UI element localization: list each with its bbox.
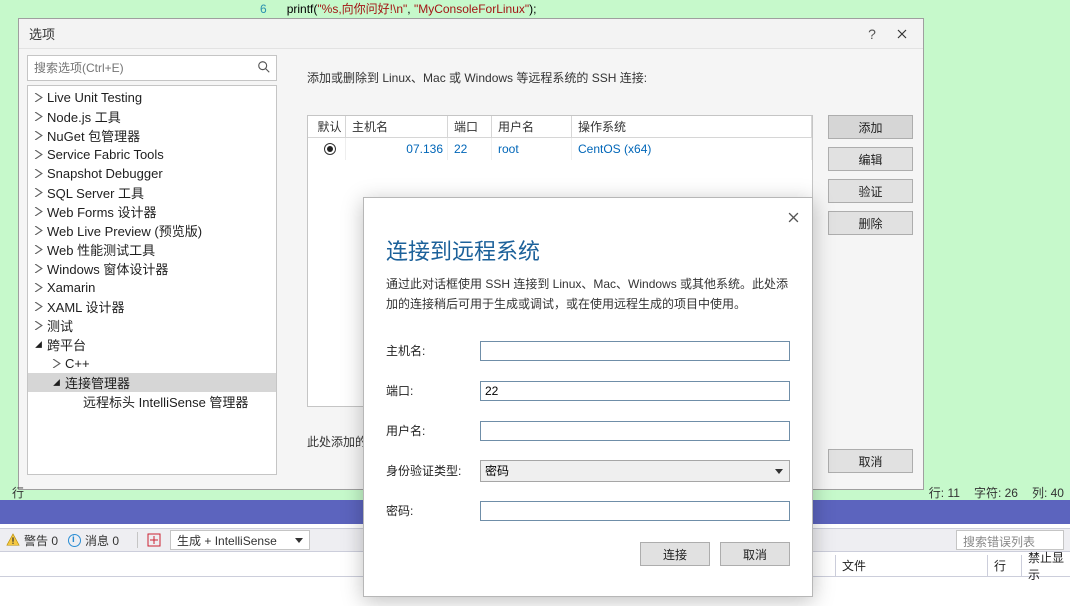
help-icon[interactable]: ? xyxy=(857,23,887,45)
tree-item[interactable]: 远程标头 IntelliSense 管理器 xyxy=(28,392,276,411)
edit-button[interactable]: 编辑 xyxy=(828,147,913,171)
chevron-down-icon xyxy=(50,377,62,389)
tree-item[interactable]: NuGet 包管理器 xyxy=(28,126,276,145)
password-label: 密码: xyxy=(386,502,480,519)
dialog-titlebar[interactable]: 选项 ? xyxy=(19,19,923,49)
messages-badge[interactable]: 消息 0 xyxy=(68,532,119,549)
connect-button[interactable]: 连接 xyxy=(640,542,710,566)
tree-item-expanded[interactable]: 跨平台 xyxy=(28,335,276,354)
panel-description: 添加或删除到 Linux、Mac 或 Windows 等远程系统的 SSH 连接… xyxy=(289,55,913,94)
user-label: 用户名: xyxy=(386,422,480,439)
auth-type-select[interactable]: 密码 xyxy=(480,460,790,482)
search-icon[interactable] xyxy=(257,60,271,77)
host-label: 主机名: xyxy=(386,342,480,359)
remote-dialog-title: 连接到远程系统 xyxy=(364,198,812,274)
tree-item[interactable]: Web 性能测试工具 xyxy=(28,240,276,259)
port-input[interactable] xyxy=(480,381,790,401)
cancel-button[interactable]: 取消 xyxy=(720,542,790,566)
warnings-badge[interactable]: 警告 0 xyxy=(6,532,58,549)
tree-item-connection-manager[interactable]: 连接管理器 xyxy=(28,373,276,392)
build-icon[interactable] xyxy=(146,532,162,548)
chevron-down-icon xyxy=(32,339,44,351)
close-icon[interactable] xyxy=(887,23,917,45)
host-input[interactable] xyxy=(480,341,790,361)
verify-button[interactable]: 验证 xyxy=(828,179,913,203)
editor-code-line: 6 printf("%s,向你问好!\n", "MyConsoleForLinu… xyxy=(0,0,1070,18)
delete-button[interactable]: 删除 xyxy=(828,211,913,235)
auth-label: 身份验证类型: xyxy=(386,462,480,479)
tree-item[interactable]: Xamarin xyxy=(28,278,276,297)
chevron-right-icon xyxy=(32,92,44,104)
error-search-input[interactable]: 搜索错误列表 xyxy=(956,530,1064,550)
add-button[interactable]: 添加 xyxy=(828,115,913,139)
tree-item[interactable]: Web Forms 设计器 xyxy=(28,202,276,221)
cancel-button[interactable]: 取消 xyxy=(828,449,913,473)
search-input[interactable] xyxy=(27,55,277,81)
tree-item[interactable]: Snapshot Debugger xyxy=(28,164,276,183)
tree-item[interactable]: SQL Server 工具 xyxy=(28,183,276,202)
remote-dialog-description: 通过此对话框使用 SSH 连接到 Linux、Mac、Windows 或其他系统… xyxy=(364,274,812,315)
tree-item[interactable]: Service Fabric Tools xyxy=(28,145,276,164)
table-header: 默认 主机名 端口 用户名 操作系统 xyxy=(308,116,812,138)
radio-selected-icon[interactable] xyxy=(324,143,336,155)
info-icon xyxy=(68,534,81,547)
tree-item[interactable]: Web Live Preview (预览版) xyxy=(28,221,276,240)
dialog-title: 选项 xyxy=(25,24,857,43)
table-row[interactable]: 07.136 22 root CentOS (x64) xyxy=(308,138,812,160)
tree-item[interactable]: Node.js 工具 xyxy=(28,107,276,126)
status-right: 行: 11 字符: 26 列: 40 xyxy=(929,484,1064,501)
connect-remote-dialog: 连接到远程系统 通过此对话框使用 SSH 连接到 Linux、Mac、Windo… xyxy=(363,197,813,597)
close-icon[interactable] xyxy=(782,206,804,228)
password-input[interactable] xyxy=(480,501,790,521)
build-filter-select[interactable]: 生成 + IntelliSense xyxy=(170,530,310,550)
tree-item[interactable]: C++ xyxy=(28,354,276,373)
tree-item[interactable]: 测试 xyxy=(28,316,276,335)
options-tree[interactable]: Live Unit Testing Node.js 工具 NuGet 包管理器 … xyxy=(27,85,277,475)
tree-item[interactable]: Windows 窗体设计器 xyxy=(28,259,276,278)
user-input[interactable] xyxy=(480,421,790,441)
tree-item[interactable]: Live Unit Testing xyxy=(28,88,276,107)
port-label: 端口: xyxy=(386,382,480,399)
tree-item[interactable]: XAML 设计器 xyxy=(28,297,276,316)
status-left: 行 xyxy=(12,484,24,501)
